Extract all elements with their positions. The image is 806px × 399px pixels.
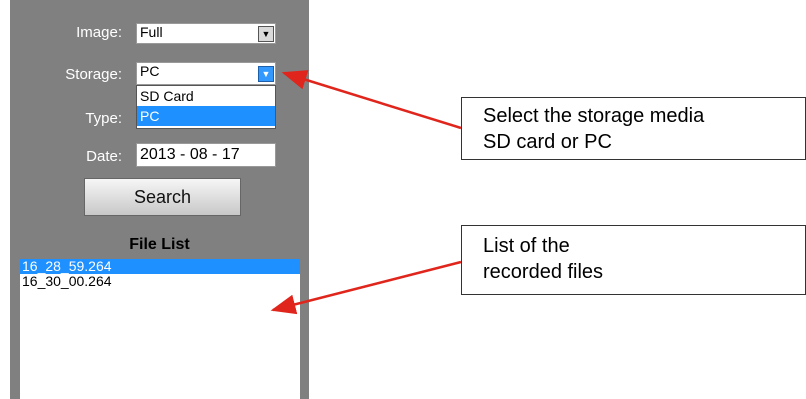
storage-option-pc[interactable]: PC [137,106,275,126]
storage-arrow [281,70,462,130]
files-arrow [270,260,462,315]
storage-option-sd-card[interactable]: SD Card [137,86,275,106]
storage-dropdown-list: SD Card PC [136,85,276,129]
callout-arrows [270,70,462,315]
